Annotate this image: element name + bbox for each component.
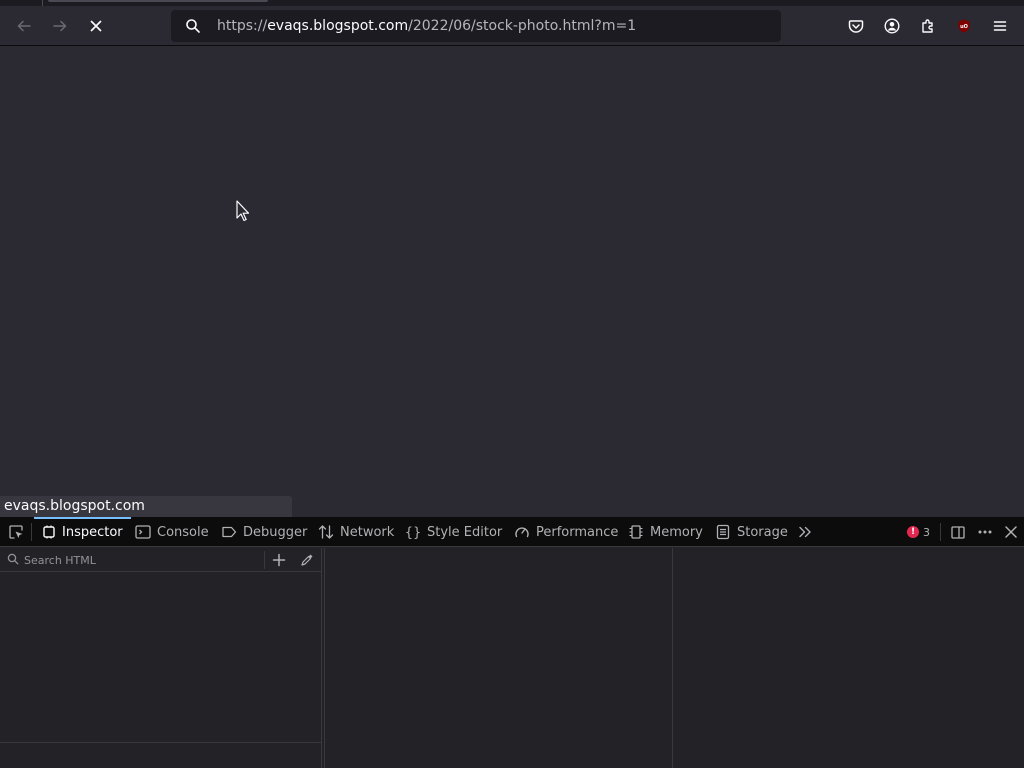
tab-label: Style Editor [427,524,503,540]
eyedropper-icon [301,554,313,566]
rules-pane [324,548,673,768]
element-picker-icon [9,525,23,539]
dock-button[interactable] [948,517,968,547]
tab-debugger[interactable]: Debugger [221,517,307,547]
tab-network[interactable]: Network [318,517,394,547]
network-icon [318,525,334,539]
eyedropper-button[interactable] [298,551,316,569]
url-scheme: https:// [217,18,268,34]
toolbar-separator [31,523,32,541]
tab-label: Network [340,524,395,540]
search-html-row [0,548,322,572]
markup-pane [0,548,322,768]
ublock-button[interactable]: uO [948,10,980,42]
account-icon [884,18,900,34]
memory-icon [629,525,643,539]
arrow-right-icon [53,20,67,32]
storage-icon [716,524,730,540]
console-icon [135,525,151,539]
account-button[interactable] [876,10,908,42]
devtools-panel: Inspector Console Debugger Network {} St… [0,517,1024,768]
tab-label: Performance [536,524,619,540]
url-path: /2022/06/stock-photo.html?m=1 [408,18,637,34]
pocket-icon [848,20,864,33]
tab-label: Inspector [62,524,123,540]
inspector-icon [43,525,55,539]
search-html-input[interactable] [22,550,257,570]
menu-icon [993,21,1007,31]
forward-button[interactable] [44,10,76,42]
more-tools-button[interactable] [795,517,815,547]
error-icon: ! [907,526,919,538]
page-content[interactable]: evaqs.blogspot.com [0,47,1024,517]
style-editor-icon: {} [405,526,421,541]
toolbar-separator [940,523,941,541]
search-separator [264,551,265,569]
debugger-icon [222,526,237,538]
stop-button[interactable] [80,10,112,42]
extensions-icon [922,19,933,33]
layout-pane [674,548,1024,768]
pocket-button[interactable] [840,10,872,42]
close-icon [90,20,102,32]
close-devtools-button[interactable] [1000,517,1022,547]
close-icon [1005,526,1017,538]
add-node-button[interactable] [270,551,288,569]
error-count-badge[interactable]: ! 3 [907,517,930,547]
element-picker-button[interactable] [4,517,28,547]
url-host: evaqs.blogspot.com [267,18,409,34]
active-tab[interactable] [48,0,268,2]
tab-performance[interactable]: Performance [514,517,618,547]
plus-icon [272,553,286,567]
search-icon [186,19,200,33]
ublock-icon: uO [958,19,970,33]
navigation-toolbar: https://evaqs.blogspot.com/2022/06/stock… [0,6,1024,46]
breadcrumb-divider [0,742,322,743]
tab-label: Console [157,524,209,540]
tab-label: Storage [737,524,788,540]
menu-button[interactable] [984,10,1016,42]
performance-icon [515,527,529,538]
extensions-button[interactable] [912,10,944,42]
back-button[interactable] [8,10,40,42]
tab-console[interactable]: Console [135,517,209,547]
tab-label: Memory [650,524,703,540]
url-text[interactable]: https://evaqs.blogspot.com/2022/06/stock… [217,17,636,35]
options-button[interactable] [974,517,996,547]
tab-inspector[interactable]: Inspector [34,517,131,547]
status-url: evaqs.blogspot.com [0,496,292,517]
tab-storage[interactable]: Storage [715,517,788,547]
tab-memory[interactable]: Memory [628,517,703,547]
tab-label: Debugger [243,524,308,540]
url-bar[interactable]: https://evaqs.blogspot.com/2022/06/stock… [171,10,781,42]
error-count: 3 [923,525,930,539]
svg-text:{}: {} [405,526,421,541]
tab-style-editor[interactable]: {} Style Editor [405,517,502,547]
dock-side-icon [951,526,965,539]
mouse-cursor-icon [236,200,250,222]
chevrons-right-icon [799,526,811,538]
devtools-toolbar: Inspector Console Debugger Network {} St… [0,517,1024,547]
ellipsis-icon [978,530,992,534]
svg-text:uO: uO [960,24,968,30]
search-icon [7,553,19,565]
arrow-left-icon [17,20,31,32]
